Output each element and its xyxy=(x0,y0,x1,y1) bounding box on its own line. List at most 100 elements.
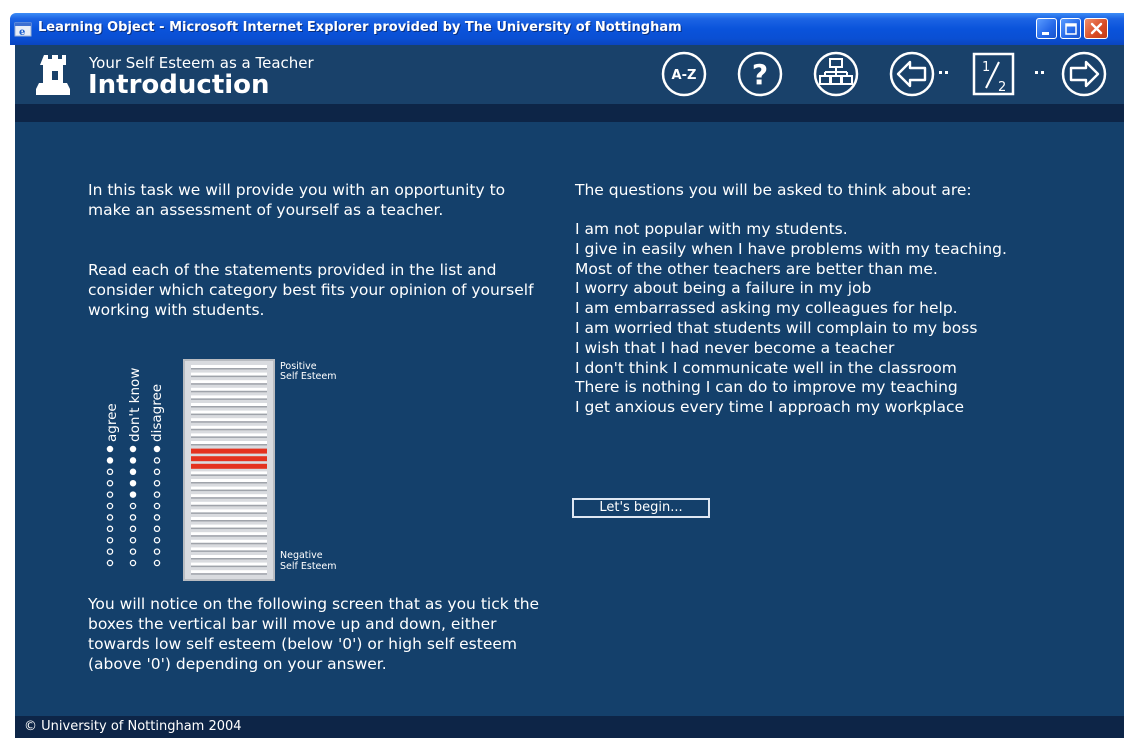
meter-line-shadow xyxy=(191,504,267,507)
checkbox-dot xyxy=(129,548,137,555)
page-total: 2 xyxy=(998,80,1006,95)
meter-level-bar xyxy=(191,456,267,462)
column-label-dont-know: don't know xyxy=(127,367,143,442)
question-item: I worry about being a failure in my job xyxy=(575,279,872,298)
maximize-icon xyxy=(1065,23,1077,35)
checkbox-dot xyxy=(106,502,114,510)
meter-line xyxy=(191,547,267,551)
meter-line xyxy=(191,524,267,528)
meter-line xyxy=(191,395,267,399)
checkbox-dot xyxy=(153,525,161,533)
meter-line xyxy=(191,365,267,368)
meter-line-shadow xyxy=(191,375,267,378)
question-item: I give in easily when I have problems wi… xyxy=(575,239,1007,258)
question-item: I get anxious every time I approach my w… xyxy=(575,398,965,417)
meter-line xyxy=(191,410,267,414)
checkbox-dot xyxy=(106,536,114,544)
glossary-button[interactable]: A-Z xyxy=(660,50,708,98)
close-button[interactable] xyxy=(1084,18,1108,39)
page-indicator: 1 2 xyxy=(972,52,1015,96)
meter-line xyxy=(191,501,267,505)
meter-level-bar xyxy=(191,448,267,454)
meter-line-shadow xyxy=(191,520,267,522)
checkbox-dot xyxy=(129,468,137,476)
checkbox-dot xyxy=(153,536,161,544)
meter-line xyxy=(191,387,267,391)
header-stripe xyxy=(15,104,1124,122)
window-title-bar[interactable]: e Learning Object - Microsoft Internet E… xyxy=(10,13,1124,45)
help-button[interactable]: ? xyxy=(736,50,784,98)
close-icon xyxy=(1090,22,1103,35)
checkbox-dot xyxy=(106,445,114,453)
negative-label-line2: Self Esteem xyxy=(280,561,337,572)
meter-line-shadow xyxy=(191,550,267,552)
meter-line xyxy=(191,509,267,513)
question-item: Most of the other teachers are better th… xyxy=(575,259,938,278)
meter-line-shadow xyxy=(191,474,267,476)
next-page-button[interactable] xyxy=(1060,50,1108,98)
checkbox-dot xyxy=(129,479,137,487)
vertical-bar-meter xyxy=(183,359,275,581)
meter-line xyxy=(191,532,267,536)
meter-line xyxy=(191,471,267,475)
window-title: Learning Object - Microsoft Internet Exp… xyxy=(38,20,682,35)
checkbox-dot xyxy=(106,457,114,464)
begin-button[interactable]: Let's begin... xyxy=(572,498,710,518)
nav-dots xyxy=(1035,71,1044,74)
negative-label: Negative xyxy=(280,550,323,561)
checkbox-dot xyxy=(129,525,137,533)
meter-line-shadow xyxy=(191,527,267,530)
meter-line-shadow xyxy=(191,512,267,514)
question-item: I am not popular with my students. xyxy=(575,220,848,238)
meter-line xyxy=(191,486,267,490)
question-item: I am embarrassed asking my colleagues fo… xyxy=(575,299,958,318)
checkbox-dot xyxy=(129,559,137,567)
intro-text: In this task we will provide you with an… xyxy=(88,181,506,219)
question-item: I don't think I communicate well in the … xyxy=(575,358,957,377)
notice-text: You will notice on the following screen … xyxy=(88,595,540,673)
checkbox-dot xyxy=(129,491,137,498)
minimize-button[interactable] xyxy=(1036,18,1057,39)
positive-label-line2: Self Esteem xyxy=(280,371,337,382)
checkbox-dot xyxy=(106,559,114,567)
meter-line-shadow xyxy=(191,390,267,393)
checkbox-dot xyxy=(129,445,137,453)
maximize-button[interactable] xyxy=(1060,18,1081,39)
meter-line xyxy=(191,562,267,566)
instructions-text: Read each of the statements provided in … xyxy=(88,261,534,319)
internet-explorer-icon: e xyxy=(14,22,32,38)
meter-line-shadow xyxy=(191,489,267,492)
sitemap-button[interactable] xyxy=(812,50,860,98)
question-item: There is nothing I can do to improve my … xyxy=(575,378,958,397)
meter-level-bar xyxy=(191,463,267,469)
meter-line xyxy=(191,433,267,437)
checkbox-dot xyxy=(153,548,161,555)
meter-line xyxy=(191,539,267,543)
checkbox-dot xyxy=(153,445,161,453)
meter-line xyxy=(191,418,267,422)
copyright-text: © University of Nottingham 2004 xyxy=(24,719,242,734)
meter-line-shadow xyxy=(191,398,267,400)
meter-line-shadow xyxy=(191,535,267,537)
self-esteem-meter-illustration: agree don't know disagree Positive Self … xyxy=(100,355,380,585)
previous-page-button[interactable] xyxy=(888,50,936,98)
page-title: Introduction xyxy=(88,70,270,100)
meter-line-shadow xyxy=(191,482,267,484)
meter-line-shadow xyxy=(191,542,267,545)
checkbox-dot xyxy=(153,514,161,521)
meter-line-shadow xyxy=(191,421,267,423)
meter-line-shadow xyxy=(191,413,267,416)
column-label-agree: agree xyxy=(104,403,120,442)
checkbox-dot xyxy=(153,502,161,510)
meter-line-shadow xyxy=(191,444,267,446)
meter-line-shadow xyxy=(191,406,267,408)
checkbox-dot xyxy=(106,548,114,555)
meter-line-shadow xyxy=(191,558,267,560)
checkbox-dot xyxy=(129,514,137,521)
help-icon: ? xyxy=(752,58,768,91)
meter-line-shadow xyxy=(191,497,267,499)
meter-line xyxy=(191,403,267,406)
meter-line xyxy=(191,479,267,482)
checkbox-dot xyxy=(153,491,161,498)
questions-heading: The questions you will be asked to think… xyxy=(575,181,972,199)
